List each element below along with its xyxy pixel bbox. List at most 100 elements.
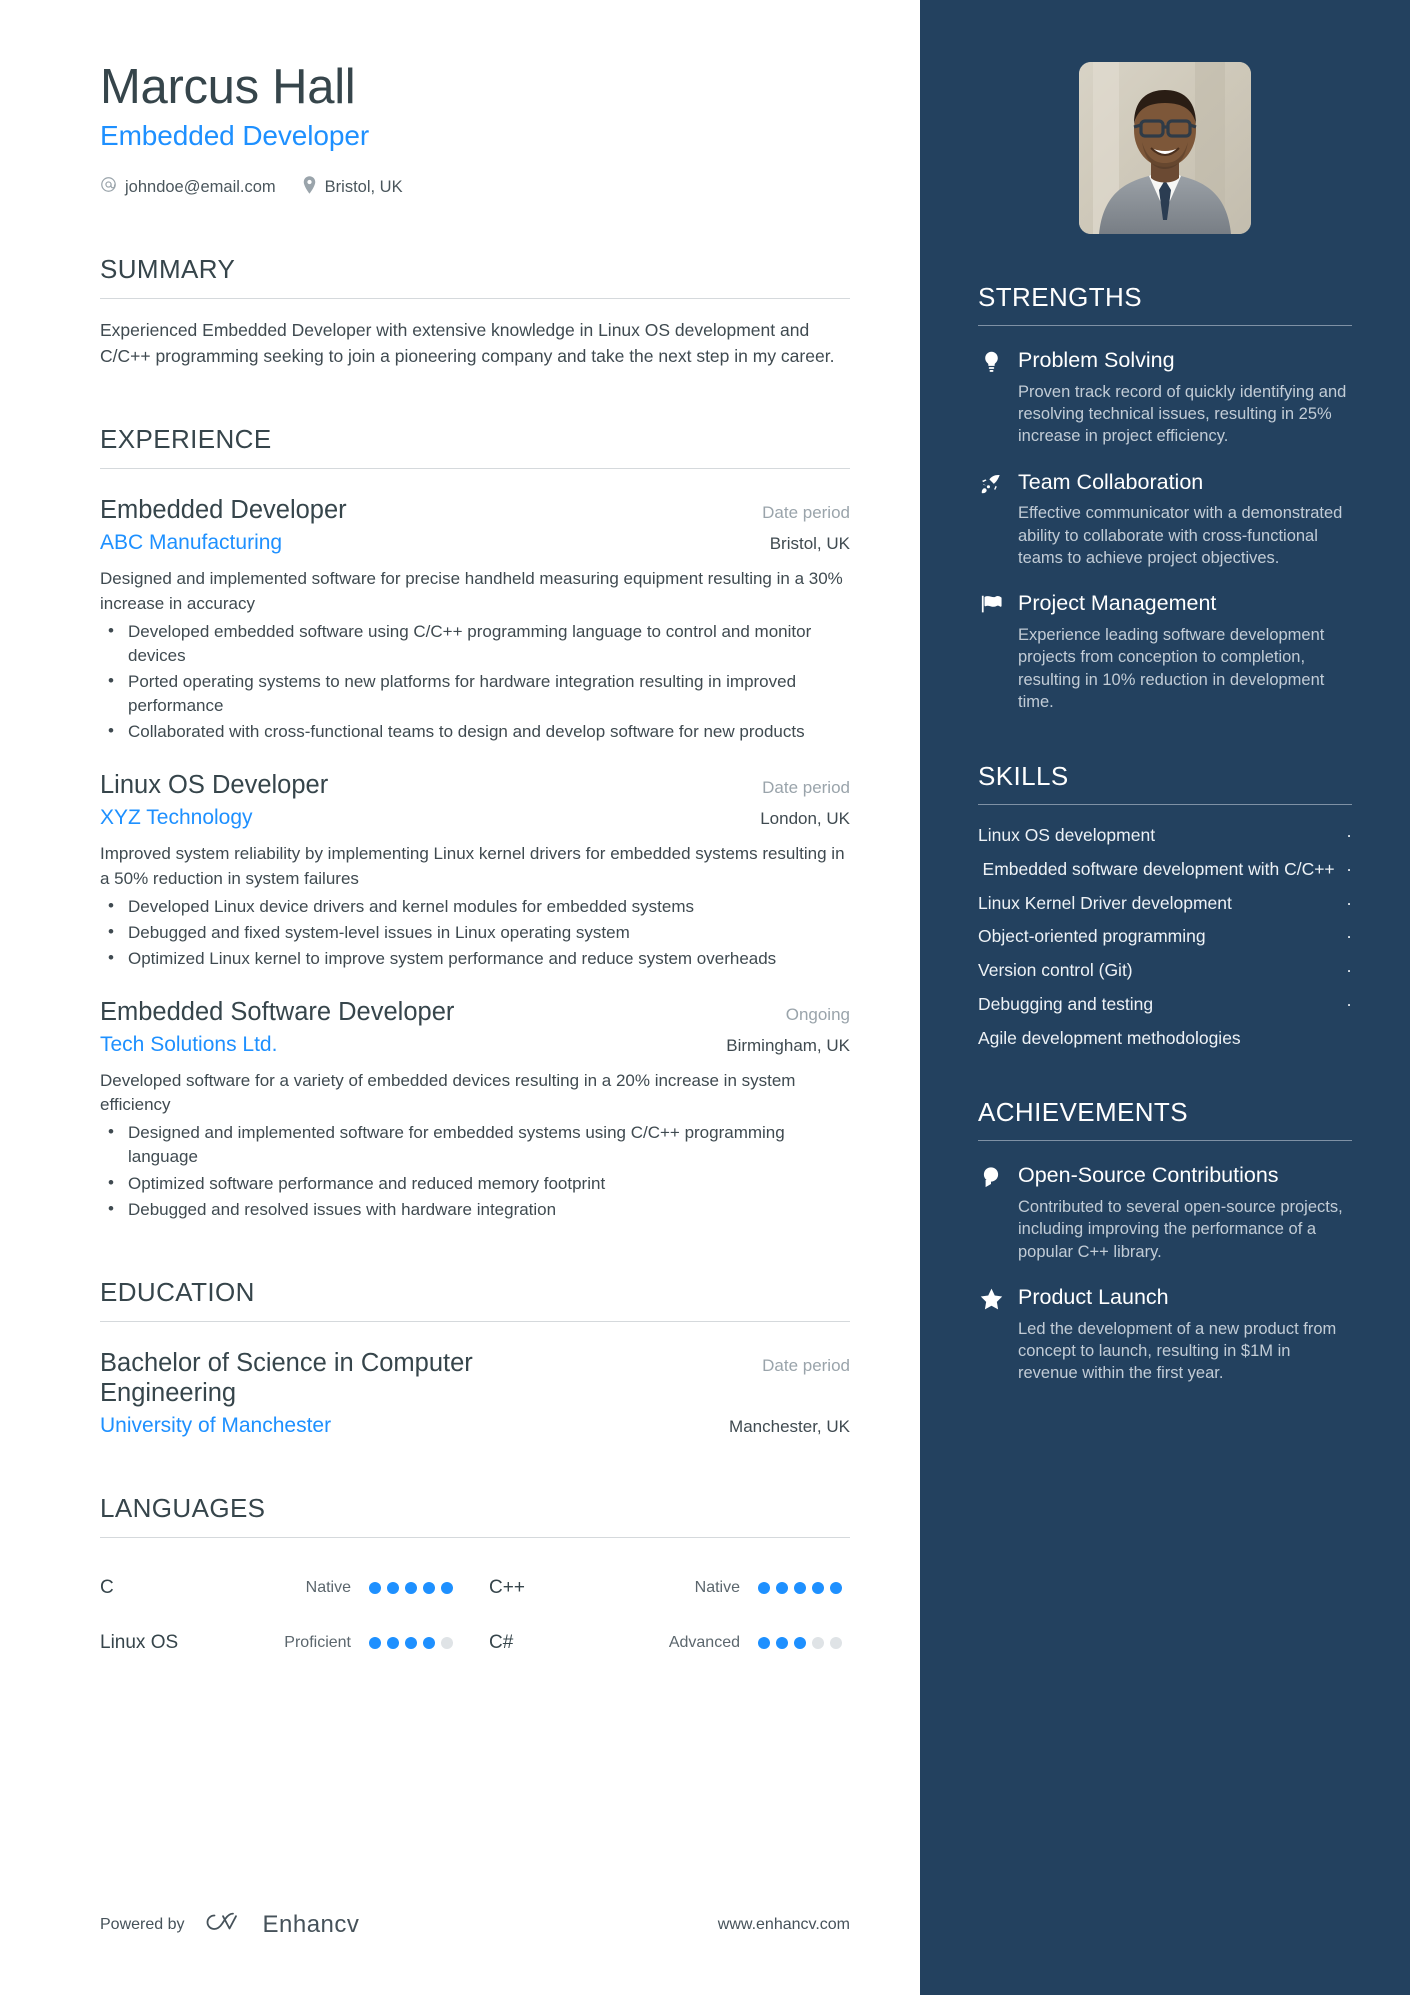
- school-name[interactable]: University of Manchester: [100, 1414, 331, 1438]
- education-entry: Bachelor of Science in Computer Engineer…: [100, 1348, 850, 1438]
- lightbulb-icon: [978, 348, 1004, 373]
- achievement-name: Product Launch: [1018, 1284, 1169, 1309]
- job-date: Date period: [762, 778, 850, 798]
- language-level: Native: [305, 1578, 351, 1596]
- rocket-icon: [978, 470, 1004, 495]
- skills-list: Linux OS development · Embedded software…: [978, 813, 1352, 1049]
- section-summary: SUMMARY Experienced Embedded Developer w…: [100, 254, 850, 370]
- strength-name: Team Collaboration: [1018, 469, 1204, 494]
- entry-header: Bachelor of Science in Computer Engineer…: [100, 1348, 850, 1408]
- achievement-item: Open-Source Contributions Contributed to…: [978, 1163, 1352, 1263]
- strength-name: Problem Solving: [1018, 348, 1175, 372]
- section-divider: [100, 1320, 850, 1322]
- rating-dot: [830, 1636, 842, 1649]
- language-name: C: [100, 1576, 114, 1598]
- language-rating: [369, 1581, 461, 1594]
- skill-item: Version control (Git) ·: [978, 948, 1352, 982]
- rating-dot: [441, 1581, 453, 1594]
- entry-subheader: ABC Manufacturing Bristol, UK: [100, 531, 850, 555]
- skill-label: Embedded software development with C/C++: [982, 858, 1335, 879]
- map-pin-icon: [302, 176, 317, 199]
- job-role: Embedded Developer: [100, 496, 347, 525]
- section-divider: [100, 468, 850, 470]
- section-title-education: EDUCATION: [100, 1276, 255, 1307]
- section-skills: SKILLS Linux OS development · Embedded s…: [978, 761, 1352, 1049]
- skill-item: Linux OS development ·: [978, 813, 1352, 847]
- company-name[interactable]: Tech Solutions Ltd.: [100, 1033, 277, 1057]
- section-title-summary: SUMMARY: [100, 253, 236, 284]
- skill-separator: ·: [1346, 858, 1352, 879]
- main-column: Marcus Hall Embedded Developer johndoe@e…: [0, 0, 920, 1995]
- star-icon: [978, 1285, 1004, 1310]
- language-item: C# Advanced: [489, 1615, 850, 1670]
- skill-label: Linux Kernel Driver development: [978, 892, 1232, 913]
- footer-url[interactable]: www.enhancv.com: [718, 1916, 850, 1934]
- company-name[interactable]: ABC Manufacturing: [100, 531, 282, 555]
- entry-header: Linux OS Developer Date period: [100, 770, 850, 800]
- job-role: Embedded Software Developer: [100, 998, 455, 1027]
- skill-label: Debugging and testing: [978, 993, 1154, 1014]
- education-location: Manchester, UK: [729, 1417, 850, 1437]
- achievement-item: Product Launch Led the development of a …: [978, 1285, 1352, 1385]
- summary-text: Experienced Embedded Developer with exte…: [100, 319, 835, 367]
- list-item: Collaborated with cross-functional teams…: [100, 719, 850, 744]
- job-location: Birmingham, UK: [726, 1036, 850, 1056]
- education-date: Date period: [762, 1355, 850, 1375]
- section-achievements: ACHIEVEMENTS Open-Source Contributions C…: [978, 1097, 1352, 1384]
- achievement-description: Contributed to several open-source proje…: [1018, 1198, 1343, 1261]
- job-bullets: Developed embedded software using C/C++ …: [100, 619, 850, 745]
- language-item: Linux OS Proficient: [100, 1615, 461, 1670]
- list-item: Optimized software performance and reduc…: [100, 1171, 850, 1196]
- job-role: Linux OS Developer: [100, 771, 329, 800]
- language-item: C++ Native: [489, 1560, 850, 1615]
- entry-subheader: Tech Solutions Ltd. Birmingham, UK: [100, 1033, 850, 1057]
- experience-entry: Linux OS Developer Date period XYZ Techn…: [100, 770, 850, 971]
- achievement-name: Open-Source Contributions: [1018, 1163, 1279, 1188]
- rating-dot: [776, 1636, 788, 1649]
- strength-item: Project Management Experience leading so…: [978, 591, 1352, 713]
- header-block: Marcus Hall Embedded Developer johndoe@e…: [100, 60, 850, 199]
- enhancv-wordmark: Enhancv: [262, 1910, 360, 1938]
- achievement-description: Led the development of a new product fro…: [1018, 1319, 1337, 1383]
- flag-icon: [978, 591, 1004, 615]
- avatar: [1079, 62, 1251, 234]
- list-item: Designed and implemented software for em…: [100, 1120, 850, 1169]
- experience-entry: Embedded Software Developer Ongoing Tech…: [100, 997, 850, 1222]
- strength-item: Team Collaboration Effective communicato…: [978, 470, 1352, 570]
- section-title-achievements: ACHIEVEMENTS: [978, 1097, 1188, 1128]
- skill-separator: ·: [1346, 892, 1352, 913]
- skill-item: Embedded software development with C/C++…: [978, 847, 1352, 881]
- skill-item: Object-oriented programming ·: [978, 914, 1352, 948]
- entry-subheader: University of Manchester Manchester, UK: [100, 1414, 850, 1438]
- section-divider: [100, 1537, 850, 1539]
- section-education: EDUCATION Bachelor of Science in Compute…: [100, 1277, 850, 1438]
- rating-dot: [387, 1581, 399, 1594]
- powered-by-block: Powered by Enhancv: [100, 1908, 359, 1941]
- job-date: Date period: [762, 503, 850, 523]
- skill-item: Linux Kernel Driver development ·: [978, 881, 1352, 915]
- skill-item: Agile development methodologies: [978, 1016, 1352, 1050]
- sidebar: STRENGTHS Problem Solving Proven track r…: [920, 0, 1410, 1995]
- rating-dot: [830, 1581, 842, 1594]
- job-description: Designed and implemented software for pr…: [100, 569, 843, 613]
- rating-dot: [758, 1636, 770, 1649]
- list-item: Developed embedded software using C/C++ …: [100, 619, 850, 668]
- strength-description: Effective communicator with a demonstrat…: [1018, 504, 1343, 567]
- skill-separator: ·: [1346, 960, 1352, 981]
- rating-dot: [369, 1581, 381, 1594]
- contact-email[interactable]: johndoe@email.com: [100, 176, 276, 198]
- language-level: Native: [694, 1578, 740, 1596]
- powered-by-label: Powered by: [100, 1915, 185, 1933]
- rating-dot: [423, 1636, 435, 1649]
- section-strengths: STRENGTHS Problem Solving Proven track r…: [978, 282, 1352, 713]
- section-title-languages: LANGUAGES: [100, 1493, 266, 1524]
- rating-dot: [758, 1581, 770, 1594]
- company-name[interactable]: XYZ Technology: [100, 806, 253, 830]
- list-item: Debugged and fixed system-level issues i…: [100, 920, 850, 945]
- rating-dot: [812, 1581, 824, 1594]
- section-title-strengths: STRENGTHS: [978, 282, 1142, 312]
- section-languages: LANGUAGES C Native C++ Native Linux OS P…: [100, 1493, 850, 1670]
- strength-description: Proven track record of quickly identifyi…: [1018, 382, 1347, 446]
- rating-dot: [405, 1581, 417, 1594]
- section-divider: [100, 297, 850, 299]
